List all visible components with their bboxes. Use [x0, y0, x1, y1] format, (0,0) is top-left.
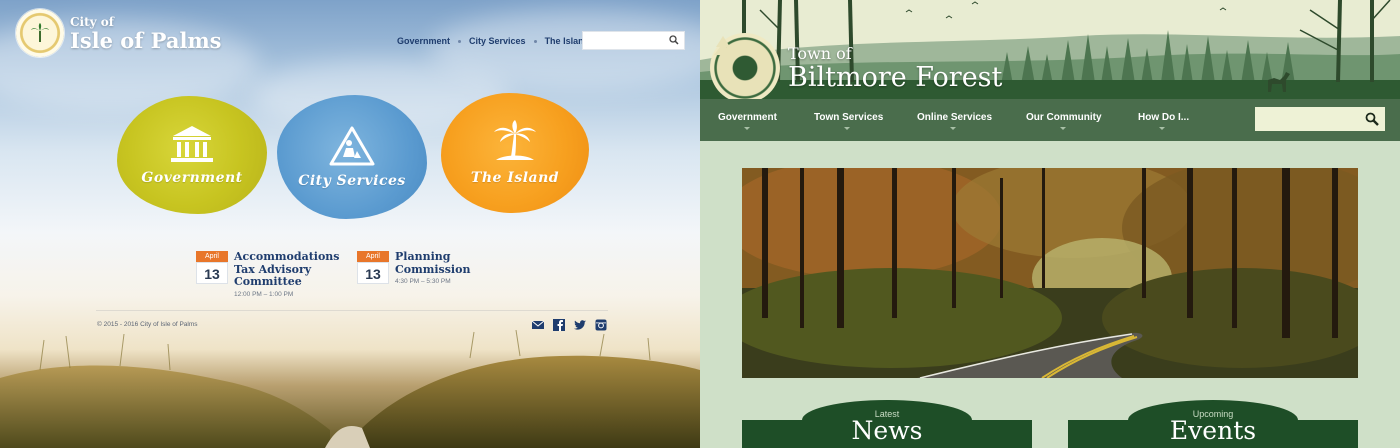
search-icon[interactable] — [669, 35, 679, 45]
nav-our-community[interactable]: Our Community — [1026, 112, 1102, 123]
search-box — [1255, 107, 1385, 131]
chevron-down-icon — [950, 127, 956, 130]
facebook-icon[interactable] — [553, 318, 565, 331]
event-item[interactable]: April 13 Accommodations Tax Advisory Com… — [196, 250, 340, 298]
hero-image — [742, 168, 1358, 378]
site-logo[interactable]: City of Isle of Palms — [16, 9, 222, 57]
event-time: 12:00 PM – 1:00 PM — [234, 290, 294, 298]
instagram-icon[interactable] — [595, 318, 607, 331]
nav-government[interactable]: Government — [718, 112, 777, 123]
events-card[interactable]: Upcoming Events — [1068, 400, 1358, 448]
isle-of-palms-site: City of Isle of Palms Government City Se… — [0, 0, 700, 448]
twitter-icon[interactable] — [574, 318, 586, 330]
tile-label: City Services — [298, 173, 406, 189]
event-date: April 13 — [196, 251, 228, 298]
nav-town-services[interactable]: Town Services — [814, 112, 883, 123]
nav-how-do-i[interactable]: How Do I... — [1138, 112, 1189, 123]
town-seal-icon — [710, 33, 780, 99]
site-logo[interactable]: Town of Biltmore Forest — [710, 33, 1002, 99]
mail-icon[interactable] — [531, 318, 545, 330]
event-title-line: Planning — [395, 250, 451, 263]
chevron-down-icon — [744, 127, 750, 130]
tile-label: The Island — [470, 170, 560, 186]
event-title-line: Commission — [395, 262, 471, 276]
event-title-line: Committee — [234, 275, 302, 288]
event-title[interactable]: Accommodations Tax Advisory Committee — [234, 250, 340, 289]
search-icon[interactable] — [1365, 112, 1379, 126]
social-links — [531, 318, 607, 331]
nav-online-services[interactable]: Online Services — [917, 112, 992, 123]
road-work-sign-icon — [329, 126, 375, 166]
event-time: 4:30 PM – 5:30 PM — [395, 278, 451, 285]
the-island-tile[interactable]: The Island — [441, 93, 589, 213]
palm-tree-icon — [494, 120, 536, 160]
card-heading: News — [851, 416, 923, 445]
search-box — [582, 31, 685, 51]
header-banner: Town of Biltmore Forest — [700, 0, 1400, 99]
logo-line2: Biltmore Forest — [788, 61, 1003, 93]
event-month: April — [357, 251, 389, 262]
chevron-down-icon — [844, 127, 850, 130]
search-input[interactable] — [583, 33, 667, 51]
copyright: © 2015 - 2016 City of Isle of Palms — [97, 321, 198, 328]
card-heading: Events — [1169, 416, 1257, 445]
search-input[interactable] — [1255, 107, 1359, 131]
event-date: April 13 — [357, 251, 389, 285]
city-seal-icon — [16, 9, 64, 57]
nav-city-services[interactable]: City Services — [469, 36, 526, 46]
chevron-down-icon — [1159, 127, 1165, 130]
nav-separator — [533, 39, 537, 43]
event-day: 13 — [357, 262, 389, 284]
event-title[interactable]: Planning Commission — [395, 250, 471, 276]
event-item[interactable]: April 13 Planning Commission 4:30 PM – 5… — [357, 250, 471, 285]
logo-line1: Town of — [788, 43, 852, 63]
dune-grass-image — [0, 330, 700, 448]
tile-label: Government — [141, 170, 243, 186]
event-title-line: Accommodations — [234, 250, 340, 263]
chevron-down-icon — [1060, 127, 1066, 130]
logo-line2: Isle of Palms — [70, 27, 222, 53]
biltmore-forest-site: Town of Biltmore Forest Government Town … — [700, 0, 1400, 448]
news-card[interactable]: Latest News — [742, 400, 1032, 448]
event-month: April — [196, 251, 228, 262]
event-day: 13 — [196, 262, 228, 284]
nav-separator — [458, 39, 462, 43]
logo-line1: City of — [70, 14, 114, 29]
city-services-tile[interactable]: City Services — [277, 95, 427, 219]
footer-divider — [96, 310, 608, 311]
government-tile[interactable]: Government — [117, 96, 267, 214]
main-nav: Government City Services The Island — [397, 36, 589, 46]
building-icon — [171, 126, 213, 162]
nav-government[interactable]: Government — [397, 36, 450, 46]
